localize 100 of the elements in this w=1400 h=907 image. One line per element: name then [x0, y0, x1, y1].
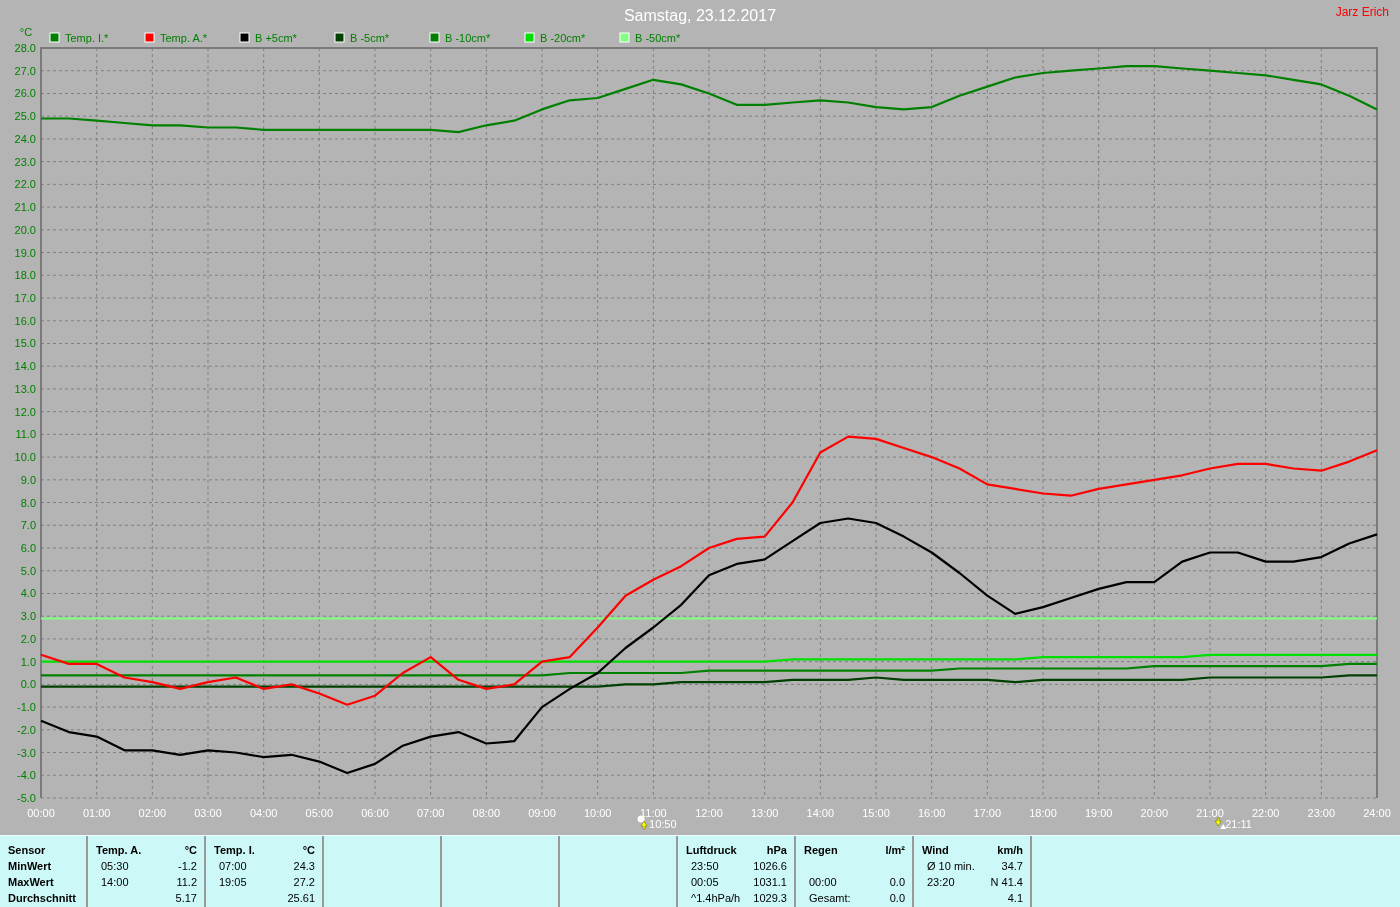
table-cell-text: 1026.6 — [753, 859, 787, 874]
x-tick-label: 04:00 — [249, 807, 278, 819]
y-tick-label: -5.0 — [17, 792, 36, 804]
table-cell-text: 00:00 — [808, 875, 837, 890]
column-header: Luftdruck — [686, 843, 737, 858]
y-tick-label: 21.0 — [14, 201, 36, 214]
table-cell-text: 05:30 — [100, 859, 129, 874]
x-tick-label: 07:00 — [416, 807, 445, 819]
table-cell-text: ^1.4hPa/h — [690, 891, 741, 906]
x-tick-label: 06:00 — [361, 807, 389, 819]
column-header: Sensor — [8, 843, 46, 858]
unit-label: °C — [302, 843, 315, 858]
marker-time: 10:50 — [649, 818, 677, 830]
legend-label: B -10cm* — [445, 32, 491, 44]
row-label: MaxWert — [8, 875, 54, 890]
x-tick-label: 15:00 — [862, 807, 890, 819]
y-tick-label: 12.0 — [14, 405, 36, 418]
table-cell-text: 27.2 — [293, 875, 315, 890]
x-tick-label: 14:00 — [806, 807, 835, 819]
x-tick-label: 09:00 — [528, 807, 556, 819]
y-tick-label: 18.0 — [14, 269, 36, 282]
y-tick-label: 14.0 — [14, 360, 36, 373]
x-tick-label: 23:00 — [1307, 807, 1336, 819]
y-tick-label: -4.0 — [17, 769, 36, 782]
y-tick-label: 17.0 — [14, 292, 36, 304]
x-tick-label: 19:00 — [1084, 807, 1113, 819]
y-tick-label: 5.0 — [20, 564, 36, 577]
x-tick-label: 12:00 — [695, 807, 723, 819]
table-cell-text: 25.61 — [287, 891, 315, 906]
legend-label: Temp. A.* — [160, 32, 208, 44]
chart-title: Samstag, 23.12.2017 — [623, 7, 777, 24]
x-tick-label: 11:00 — [639, 807, 667, 819]
x-tick-label: 17:00 — [973, 807, 1002, 819]
column-header: Temp. A. — [96, 843, 142, 858]
y-tick-label: 1.0 — [20, 655, 36, 668]
table-cell-text: 5.17 — [175, 891, 197, 906]
y-tick-label: 19.0 — [14, 246, 36, 259]
y-tick-label: 4.0 — [20, 587, 36, 600]
unit-label: hPa — [766, 843, 787, 858]
y-tick-label: 15.0 — [14, 337, 36, 350]
table-cell-text: 14:00 — [100, 875, 129, 890]
table-cell-text: 11.2 — [176, 875, 197, 890]
table-cell-text: -1.2 — [178, 859, 197, 874]
x-tick-label: 16:00 — [917, 807, 946, 819]
y-tick-label: 28.0 — [14, 42, 36, 54]
legend-label: B -50cm* — [635, 32, 681, 44]
table-cell-text: 4.1 — [1007, 891, 1023, 906]
legend-label: Temp. I.* — [65, 32, 109, 44]
legend-label: B +5cm* — [255, 32, 297, 44]
table-cell-text: 34.7 — [1001, 859, 1023, 874]
table-cell-text: 1029.3 — [753, 891, 787, 906]
y-tick-label: 20.0 — [14, 223, 36, 236]
legend-label: B -5cm* — [350, 32, 390, 44]
x-tick-label: 13:00 — [750, 807, 779, 819]
y-tick-label: -2.0 — [17, 723, 36, 736]
y-tick-label: 25.0 — [14, 110, 36, 123]
x-tick-label: 18:00 — [1029, 807, 1057, 819]
table-cell-text: 19:05 — [218, 875, 247, 890]
unit-label: °C — [184, 843, 197, 858]
marker-time: 21:11 — [1225, 818, 1252, 830]
table-cell-text: Gesamt: — [808, 891, 851, 906]
row-label: MinWert — [8, 859, 52, 874]
unit-label: l/m² — [885, 843, 905, 858]
y-tick-label: 16.0 — [14, 314, 36, 327]
table-cell-text: 23:50 — [690, 859, 719, 874]
set-marker-icon — [1214, 817, 1227, 829]
rise-marker-icon — [637, 815, 648, 830]
y-tick-label: 8.0 — [20, 496, 36, 509]
y-tick-label: 10.0 — [14, 451, 36, 464]
y-tick-label: 13.0 — [14, 382, 36, 395]
x-tick-label: 20:00 — [1140, 807, 1169, 819]
y-tick-label: 3.0 — [20, 610, 36, 623]
x-tick-label: 01:00 — [82, 807, 111, 819]
table-cell-text: 00:05 — [690, 875, 719, 890]
table-cell-text: 1031.1 — [753, 875, 787, 890]
table-cell-text: 24.3 — [293, 859, 315, 874]
y-tick-label: 9.0 — [20, 473, 36, 486]
y-tick-label: 6.0 — [20, 542, 36, 554]
x-tick-label: 21:00 — [1196, 807, 1224, 819]
y-tick-label: 22.0 — [14, 178, 36, 191]
x-tick-label: 05:00 — [305, 807, 334, 819]
column-header: Regen — [804, 843, 838, 858]
author-name: Jarz Erich — [1335, 5, 1389, 19]
table-cell-text: N 41.4 — [990, 875, 1023, 890]
column-header: Temp. I. — [214, 843, 255, 858]
x-tick-label: 22:00 — [1251, 807, 1280, 819]
column-header: Wind — [922, 843, 949, 858]
x-tick-label: 08:00 — [472, 807, 501, 819]
x-tick-label: 24:00 — [1363, 807, 1391, 819]
y-tick-label: 27.0 — [14, 64, 36, 77]
y-tick-label: -3.0 — [17, 746, 36, 759]
table-cell-text: 23:20 — [926, 875, 955, 890]
y-tick-label: 7.0 — [20, 519, 36, 532]
y-tick-label: 2.0 — [20, 632, 36, 645]
table-cell-text: Ø 10 min. — [926, 859, 975, 874]
x-tick-label: 03:00 — [194, 807, 222, 819]
y-tick-label: 26.0 — [14, 87, 36, 100]
y-tick-label: 0.0 — [20, 678, 36, 691]
table-cell-text: 07:00 — [218, 859, 247, 874]
row-label: Durchschnitt — [8, 891, 76, 906]
